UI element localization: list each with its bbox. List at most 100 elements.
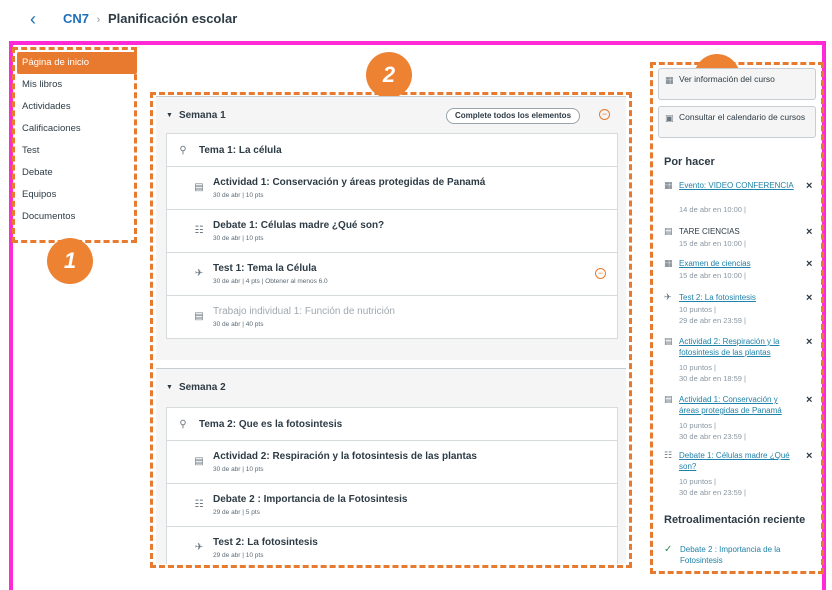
module-item[interactable]: ▤ Actividad 1: Conservación y áreas prot…: [166, 167, 618, 210]
module-item-meta: 30 de abr | 40 pts: [213, 321, 264, 328]
assignment-icon: ▤: [664, 226, 673, 236]
todo-link[interactable]: Debate 1: Células madre ¿Qué son?: [679, 450, 799, 472]
complete-all-button[interactable]: Complete todos los elementos: [446, 108, 581, 124]
todo-item: ✈ Test 2: La fotosintesis 10 puntos | 29…: [664, 292, 816, 332]
module-item-title[interactable]: Tema 2: Que es la fotosintesis: [199, 419, 342, 430]
todo-date: 14 de abr en 10:00 |: [679, 205, 747, 214]
nav-item-test[interactable]: Test: [17, 140, 137, 162]
discussion-icon: ☷: [194, 499, 204, 510]
caret-down-icon: ▼: [166, 111, 173, 119]
module-item[interactable]: ▤ Actividad 2: Respiración y la fotosint…: [166, 441, 618, 484]
calendar-button[interactable]: ▣ Consultar el calendario de cursos: [658, 106, 816, 138]
todo-item: ▦ Examen de ciencias 15 de abr en 10:00 …: [664, 258, 816, 286]
todo-item: ▤ Actividad 1: Conservación y áreas prot…: [664, 394, 816, 446]
minus-circle-icon: −: [595, 268, 606, 279]
module-item-title[interactable]: Test 2: La fotosintesis: [213, 537, 318, 548]
minus-circle-icon: −: [599, 109, 610, 120]
assignment-icon: ▤: [664, 394, 673, 404]
calendar-icon: ▦: [664, 180, 673, 190]
calendar-icon: ▦: [664, 258, 673, 268]
nav-item-libros[interactable]: Mis libros: [17, 74, 137, 96]
module-item[interactable]: ⚲ Tema 2: Que es la fotosintesis: [166, 407, 618, 441]
todo-link[interactable]: Actividad 1: Conservación y áreas proteg…: [679, 394, 799, 416]
module-item-meta: 30 de abr | 10 pts: [213, 235, 264, 242]
breadcrumb-course-link[interactable]: CN7: [63, 11, 89, 26]
info-icon: ▦: [665, 75, 674, 85]
dismiss-icon[interactable]: ×: [806, 226, 812, 238]
todo-date: 30 de abr en 23:59 |: [679, 432, 747, 441]
assignment-icon: ▤: [194, 456, 204, 467]
nav-item-calificaciones[interactable]: Calificaciones: [17, 118, 137, 140]
module-item-meta: 30 de abr | 10 pts: [213, 466, 264, 473]
dismiss-icon[interactable]: ×: [806, 450, 812, 462]
todo-link[interactable]: Test 2: La fotosintesis: [679, 292, 799, 303]
module-item-meta: 30 de abr | 4 pts | Obtener al menos 6.0: [213, 278, 328, 285]
todo-points: 10 puntos |: [679, 477, 716, 486]
feedback-heading: Retroalimentación reciente: [664, 514, 806, 526]
todo-link[interactable]: Actividad 2: Respiración y la fotosintes…: [679, 336, 799, 358]
module-item-title[interactable]: Actividad 2: Respiración y la fotosintes…: [213, 451, 477, 462]
todo-link[interactable]: Evento: VIDEO CONFERENCIA: [679, 180, 799, 191]
back-arrow-icon[interactable]: ‹: [30, 9, 50, 29]
todo-link[interactable]: Examen de ciencias: [679, 258, 799, 269]
module-item[interactable]: ☷ Debate 1: Células madre ¿Qué son? 30 d…: [166, 210, 618, 253]
module-semana-2: ▼ Semana 2 ⚲ Tema 2: Que es la fotosinte…: [156, 368, 626, 564]
dismiss-icon[interactable]: ×: [806, 180, 812, 192]
module-header[interactable]: ▼ Semana 2: [156, 369, 626, 405]
discussion-icon: ☷: [194, 225, 204, 236]
nav-item-debate[interactable]: Debate: [17, 162, 137, 184]
module-title: Semana 2: [178, 381, 226, 393]
annotation-badge-1: 1: [47, 238, 93, 284]
module-item-title[interactable]: Tema 1: La célula: [199, 145, 282, 156]
nav-item-inicio[interactable]: Página de inicio: [17, 52, 137, 74]
module-item[interactable]: ⚲ Tema 1: La célula: [166, 133, 618, 167]
module-item[interactable]: ▤ Trabajo individual 1: Función de nutri…: [166, 296, 618, 339]
todo-item: ▤ TARE CIENCIAS 15 de abr en 10:00 | ×: [664, 226, 816, 254]
todo-date: 30 de abr en 18:59 |: [679, 374, 747, 383]
dismiss-icon[interactable]: ×: [806, 258, 812, 270]
course-info-button[interactable]: ▦ Ver información del curso: [658, 68, 816, 100]
assignment-icon: ▤: [194, 311, 204, 322]
todo-title[interactable]: TARE CIENCIAS: [679, 226, 740, 237]
todo-date: 29 de abr en 23:59 |: [679, 316, 747, 325]
module-item[interactable]: ✈ Test 1: Tema la Célula 30 de abr | 4 p…: [166, 253, 618, 296]
calendar-button-label: Consultar el calendario de cursos: [679, 112, 806, 122]
todo-heading: Por hacer: [664, 156, 715, 168]
nav-item-equipos[interactable]: Equipos: [17, 184, 137, 206]
module-item-meta: 29 de abr | 10 pts: [213, 552, 264, 559]
feedback-link[interactable]: Debate 2 : Importancia de la Fotosintesi…: [680, 544, 810, 566]
todo-points: 10 puntos |: [679, 363, 716, 372]
dismiss-icon[interactable]: ×: [806, 336, 812, 348]
module-item-title[interactable]: Actividad 1: Conservación y áreas proteg…: [213, 177, 485, 188]
quiz-icon: ✈: [194, 542, 204, 553]
module-item-title[interactable]: Debate 1: Células madre ¿Qué son?: [213, 220, 384, 231]
todo-item: ☷ Debate 1: Células madre ¿Qué son? 10 p…: [664, 450, 816, 502]
assignment-icon: ▤: [664, 336, 673, 346]
course-info-label: Ver información del curso: [679, 74, 775, 84]
module-item-title[interactable]: Test 1: Tema la Célula: [213, 263, 317, 274]
module-item-title[interactable]: Debate 2 : Importancia de la Fotosintesi…: [213, 494, 408, 505]
todo-date: 15 de abr en 10:00 |: [679, 239, 747, 248]
calendar-icon: ▣: [665, 113, 674, 123]
modules-list: ▼ Semana 1 Complete todos los elementos …: [156, 96, 626, 564]
nav-item-actividades[interactable]: Actividades: [17, 96, 137, 118]
todo-date: 30 de abr en 23:59 |: [679, 488, 747, 497]
link-icon: ⚲: [179, 419, 187, 430]
todo-points: 10 puntos |: [679, 305, 716, 314]
annotation-badge-2: 2: [366, 52, 412, 98]
check-icon: ✓: [664, 544, 673, 555]
page-title: Planificación escolar: [107, 11, 238, 26]
todo-date: 15 de abr en 10:00 |: [679, 271, 747, 280]
todo-item: ▤ Actividad 2: Respiración y la fotosint…: [664, 336, 816, 388]
caret-down-icon: ▼: [166, 383, 173, 391]
nav-item-documentos[interactable]: Documentos: [17, 206, 137, 228]
dismiss-icon[interactable]: ×: [806, 292, 812, 304]
module-item[interactable]: ✈ Test 2: La fotosintesis 29 de abr | 10…: [166, 527, 618, 564]
module-item[interactable]: ☷ Debate 2 : Importancia de la Fotosinte…: [166, 484, 618, 527]
todo-item: ▦ Evento: VIDEO CONFERENCIA 14 de abr en…: [664, 180, 816, 220]
dismiss-icon[interactable]: ×: [806, 394, 812, 406]
assignment-icon: ▤: [194, 182, 204, 193]
todo-points: 10 puntos |: [679, 421, 716, 430]
module-item-title[interactable]: Trabajo individual 1: Función de nutrici…: [213, 306, 395, 317]
quiz-icon: ✈: [664, 292, 672, 302]
